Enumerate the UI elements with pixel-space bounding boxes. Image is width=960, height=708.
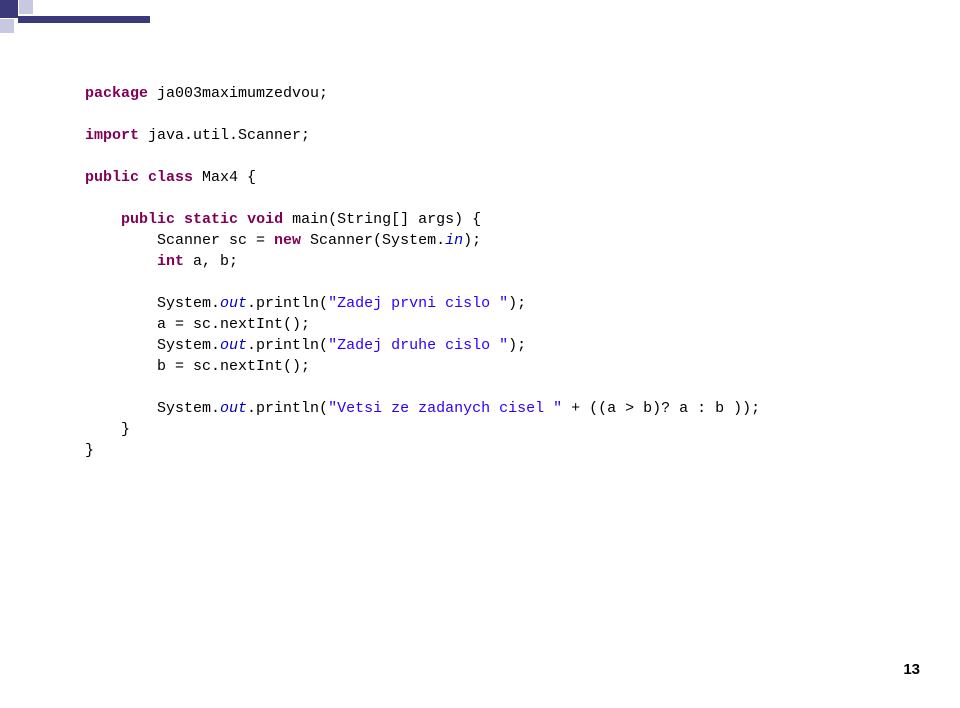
sout-prefix: System. [85,295,220,312]
main-signature: main(String[] args) { [283,211,481,228]
sout-prefix: System. [85,400,220,417]
ternary-expr: + ((a > b)? a : b )); [562,400,760,417]
string-literal: "Vetsi ze zadanych cisel " [328,400,562,417]
keyword-public: public [121,211,175,228]
string-literal: "Zadej prvni cislo " [328,295,508,312]
page-number: 13 [903,659,920,680]
keyword-void: void [247,211,283,228]
scanner-call: Scanner(System. [301,232,445,249]
package-name: ja003maximumzedvou; [148,85,328,102]
scanner-decl: Scanner sc = [85,232,274,249]
assign-a: a = sc.nextInt(); [85,316,310,333]
scanner-end: ); [463,232,481,249]
sout-prefix: System. [85,337,220,354]
println-open: .println( [247,337,328,354]
assign-b: b = sc.nextInt(); [85,358,310,375]
system-out: out [220,400,247,417]
code-block: package ja003maximumzedvou; import java.… [85,62,760,461]
system-in: in [445,232,463,249]
keyword-public: public [85,169,139,186]
println-close: ); [508,337,526,354]
println-close: ); [508,295,526,312]
println-open: .println( [247,295,328,312]
int-vars: a, b; [184,253,238,270]
close-brace: } [85,442,94,459]
keyword-int: int [157,253,184,270]
keyword-static: static [184,211,238,228]
corner-decoration [0,0,150,50]
import-name: java.util.Scanner; [139,127,310,144]
keyword-new: new [274,232,301,249]
keyword-import: import [85,127,139,144]
system-out: out [220,295,247,312]
class-name: Max4 { [193,169,256,186]
system-out: out [220,337,247,354]
keyword-package: package [85,85,148,102]
string-literal: "Zadej druhe cislo " [328,337,508,354]
keyword-class: class [148,169,193,186]
println-open: .println( [247,400,328,417]
close-brace: } [85,421,130,438]
